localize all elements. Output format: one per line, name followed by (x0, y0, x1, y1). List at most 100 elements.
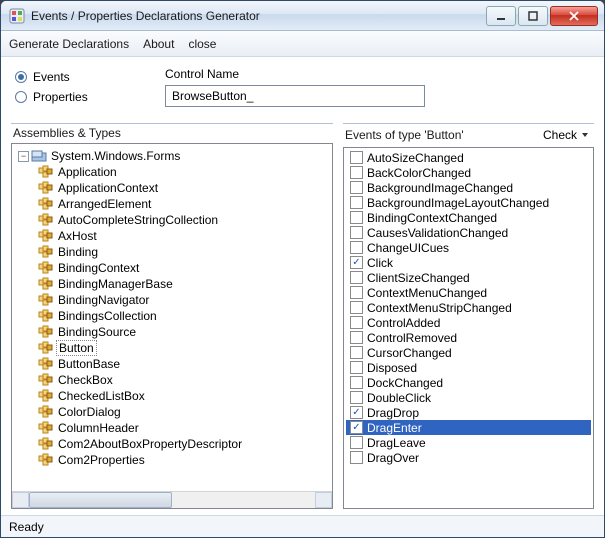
checkbox-icon[interactable] (350, 331, 363, 344)
window-title: Events / Properties Declarations Generat… (31, 9, 486, 23)
event-row[interactable]: Disposed (346, 360, 591, 375)
window-buttons (486, 6, 598, 26)
event-row[interactable]: DragOver (346, 450, 591, 465)
checkbox-icon[interactable] (350, 391, 363, 404)
radio-properties-label: Properties (33, 90, 88, 104)
event-row[interactable]: DragEnter (346, 420, 591, 435)
radio-properties[interactable]: Properties (15, 90, 165, 104)
checkbox-icon[interactable] (350, 226, 363, 239)
checkbox-icon[interactable] (350, 376, 363, 389)
class-icon (38, 309, 54, 323)
event-row[interactable]: ClientSizeChanged (346, 270, 591, 285)
event-row[interactable]: BackgroundImageLayoutChanged (346, 195, 591, 210)
tree-type-row[interactable]: BindingSource (14, 324, 330, 340)
event-row[interactable]: BindingContextChanged (346, 210, 591, 225)
checkbox-icon[interactable] (350, 361, 363, 374)
tree-type-row[interactable]: AxHost (14, 228, 330, 244)
tree-type-label: ColumnHeader (56, 421, 141, 435)
checkbox-icon[interactable] (350, 421, 363, 434)
menu-generate-declarations[interactable]: Generate Declarations (9, 37, 129, 51)
checkbox-icon[interactable] (350, 286, 363, 299)
class-icon (38, 437, 54, 451)
tree-type-row[interactable]: BindingManagerBase (14, 276, 330, 292)
class-icon (38, 213, 54, 227)
tree-type-row[interactable]: ArrangedElement (14, 196, 330, 212)
checkbox-icon[interactable] (350, 196, 363, 209)
checkbox-icon[interactable] (350, 271, 363, 284)
event-row[interactable]: ChangeUICues (346, 240, 591, 255)
event-row[interactable]: DragLeave (346, 435, 591, 450)
event-row[interactable]: CausesValidationChanged (346, 225, 591, 240)
check-dropdown[interactable]: Check (539, 126, 592, 144)
tree-root-row[interactable]: − System.Windows.Forms (14, 148, 330, 164)
tree-type-label: Button (56, 340, 97, 356)
class-icon (38, 245, 54, 259)
event-label: ChangeUICues (367, 241, 449, 255)
checkbox-icon[interactable] (350, 316, 363, 329)
checkbox-icon[interactable] (350, 211, 363, 224)
event-row[interactable]: ControlAdded (346, 315, 591, 330)
tree-type-row[interactable]: ColumnHeader (14, 420, 330, 436)
checkbox-icon[interactable] (350, 436, 363, 449)
checkbox-icon[interactable] (350, 241, 363, 254)
events-list-body[interactable]: AutoSizeChangedBackColorChangedBackgroun… (343, 147, 594, 509)
scroll-thumb[interactable] (29, 492, 172, 508)
tree-type-row[interactable]: Application (14, 164, 330, 180)
tree-type-row[interactable]: ApplicationContext (14, 180, 330, 196)
checkbox-icon[interactable] (350, 256, 363, 269)
tree-type-row[interactable]: BindingContext (14, 260, 330, 276)
checkbox-icon[interactable] (350, 346, 363, 359)
event-row[interactable]: ContextMenuChanged (346, 285, 591, 300)
maximize-button[interactable] (518, 6, 548, 26)
tree-type-row[interactable]: BindingsCollection (14, 308, 330, 324)
assemblies-tree-body[interactable]: − System.Windows.Forms ApplicationApplic… (11, 143, 333, 509)
tree-type-row[interactable]: CheckedListBox (14, 388, 330, 404)
event-row[interactable]: BackColorChanged (346, 165, 591, 180)
event-label: Click (367, 256, 393, 270)
radio-dot-icon (15, 71, 27, 83)
tree-type-row[interactable]: ButtonBase (14, 356, 330, 372)
tree-type-label: ApplicationContext (56, 181, 160, 195)
event-label: ContextMenuStripChanged (367, 301, 512, 315)
event-row[interactable]: DragDrop (346, 405, 591, 420)
event-row[interactable]: DockChanged (346, 375, 591, 390)
checkbox-icon[interactable] (350, 151, 363, 164)
event-row[interactable]: ControlRemoved (346, 330, 591, 345)
events-checklist[interactable]: AutoSizeChangedBackColorChangedBackgroun… (344, 148, 593, 467)
tree-type-row[interactable]: AutoCompleteStringCollection (14, 212, 330, 228)
expander-minus-icon[interactable]: − (18, 151, 29, 162)
checkbox-icon[interactable] (350, 406, 363, 419)
scroll-right-button[interactable] (315, 492, 332, 508)
event-row[interactable]: ContextMenuStripChanged (346, 300, 591, 315)
tree-type-row[interactable]: BindingNavigator (14, 292, 330, 308)
tree-type-row[interactable]: CheckBox (14, 372, 330, 388)
event-row[interactable]: DoubleClick (346, 390, 591, 405)
checkbox-icon[interactable] (350, 181, 363, 194)
minimize-button[interactable] (486, 6, 516, 26)
control-name-input[interactable] (165, 85, 425, 107)
tree-type-row[interactable]: ColorDialog (14, 404, 330, 420)
checkbox-icon[interactable] (350, 301, 363, 314)
event-label: DragEnter (367, 421, 422, 435)
event-row[interactable]: Click (346, 255, 591, 270)
tree-type-row[interactable]: Button (14, 340, 330, 356)
checkbox-icon[interactable] (350, 166, 363, 179)
checkbox-icon[interactable] (350, 451, 363, 464)
tree-type-row[interactable]: Com2AboutBoxPropertyDescriptor (14, 436, 330, 452)
horizontal-scrollbar[interactable] (12, 491, 332, 508)
assemblies-tree[interactable]: − System.Windows.Forms ApplicationApplic… (12, 144, 332, 491)
tree-type-label: BindingSource (56, 325, 138, 339)
tree-type-row[interactable]: Com2Properties (14, 452, 330, 468)
event-row[interactable]: BackgroundImageChanged (346, 180, 591, 195)
control-name-group: Control Name (165, 67, 590, 107)
menu-about[interactable]: About (143, 37, 174, 51)
close-button[interactable] (550, 6, 598, 26)
radio-events[interactable]: Events (15, 70, 165, 84)
scroll-left-button[interactable] (12, 492, 29, 508)
titlebar[interactable]: Events / Properties Declarations Generat… (1, 1, 604, 31)
scroll-track[interactable] (29, 492, 315, 508)
event-row[interactable]: AutoSizeChanged (346, 150, 591, 165)
event-row[interactable]: CursorChanged (346, 345, 591, 360)
tree-type-row[interactable]: Binding (14, 244, 330, 260)
menu-close[interactable]: close (188, 37, 216, 51)
